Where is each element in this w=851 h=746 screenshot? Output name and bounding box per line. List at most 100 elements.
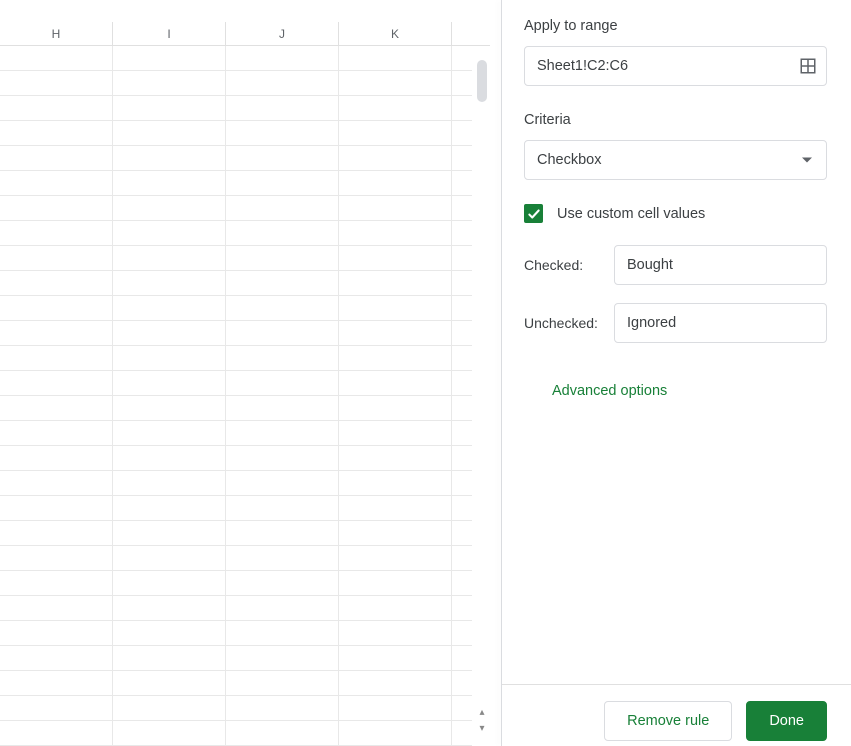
cell[interactable] xyxy=(0,271,113,295)
cell[interactable] xyxy=(226,546,339,570)
table-row[interactable] xyxy=(0,46,472,71)
cell[interactable] xyxy=(452,696,472,720)
cell[interactable] xyxy=(0,596,113,620)
cell[interactable] xyxy=(226,171,339,195)
cell[interactable] xyxy=(339,171,452,195)
cell[interactable] xyxy=(0,121,113,145)
vertical-scrollbar[interactable]: ▴ ▾ xyxy=(474,46,490,746)
cell[interactable] xyxy=(226,121,339,145)
cell[interactable] xyxy=(113,496,226,520)
cell[interactable] xyxy=(452,296,472,320)
cell[interactable] xyxy=(339,671,452,695)
cell[interactable] xyxy=(226,221,339,245)
cell[interactable] xyxy=(0,321,113,345)
done-button[interactable]: Done xyxy=(746,701,827,741)
cell[interactable] xyxy=(0,446,113,470)
cell[interactable] xyxy=(452,196,472,220)
cell[interactable] xyxy=(0,571,113,595)
cell[interactable] xyxy=(339,221,452,245)
cell[interactable] xyxy=(0,221,113,245)
cell[interactable] xyxy=(113,146,226,170)
column-header[interactable]: I xyxy=(113,22,226,45)
cell[interactable] xyxy=(113,121,226,145)
table-row[interactable] xyxy=(0,196,472,221)
cell[interactable] xyxy=(113,596,226,620)
cell[interactable] xyxy=(0,46,113,70)
cell[interactable] xyxy=(0,696,113,720)
cell[interactable] xyxy=(226,496,339,520)
cell[interactable] xyxy=(113,221,226,245)
cell[interactable] xyxy=(452,396,472,420)
cell[interactable] xyxy=(113,296,226,320)
cell[interactable] xyxy=(226,146,339,170)
cell[interactable] xyxy=(113,346,226,370)
cell[interactable] xyxy=(0,396,113,420)
cell[interactable] xyxy=(113,371,226,395)
table-row[interactable] xyxy=(0,371,472,396)
table-row[interactable] xyxy=(0,621,472,646)
cell[interactable] xyxy=(452,621,472,645)
table-row[interactable] xyxy=(0,121,472,146)
spreadsheet-rows[interactable] xyxy=(0,46,472,746)
table-row[interactable] xyxy=(0,271,472,296)
cell[interactable] xyxy=(0,471,113,495)
cell[interactable] xyxy=(226,596,339,620)
cell[interactable] xyxy=(226,421,339,445)
cell[interactable] xyxy=(0,146,113,170)
cell[interactable] xyxy=(452,146,472,170)
select-range-icon[interactable] xyxy=(799,57,817,75)
table-row[interactable] xyxy=(0,146,472,171)
cell[interactable] xyxy=(0,496,113,520)
table-row[interactable] xyxy=(0,446,472,471)
cell[interactable] xyxy=(339,71,452,95)
cell[interactable] xyxy=(452,471,472,495)
cell[interactable] xyxy=(339,296,452,320)
cell[interactable] xyxy=(339,621,452,645)
cell[interactable] xyxy=(0,646,113,670)
table-row[interactable] xyxy=(0,321,472,346)
cell[interactable] xyxy=(113,696,226,720)
cell[interactable] xyxy=(226,621,339,645)
column-header[interactable]: H xyxy=(0,22,113,45)
cell[interactable] xyxy=(339,121,452,145)
table-row[interactable] xyxy=(0,571,472,596)
cell[interactable] xyxy=(452,546,472,570)
remove-rule-button[interactable]: Remove rule xyxy=(604,701,732,741)
cell[interactable] xyxy=(226,521,339,545)
table-row[interactable] xyxy=(0,96,472,121)
scrollbar-thumb[interactable] xyxy=(477,60,487,102)
cell[interactable] xyxy=(339,46,452,70)
cell[interactable] xyxy=(452,71,472,95)
cell[interactable] xyxy=(452,121,472,145)
cell[interactable] xyxy=(0,71,113,95)
cell[interactable] xyxy=(339,246,452,270)
table-row[interactable] xyxy=(0,221,472,246)
cell[interactable] xyxy=(113,521,226,545)
cell[interactable] xyxy=(339,471,452,495)
table-row[interactable] xyxy=(0,496,472,521)
cell[interactable] xyxy=(113,271,226,295)
cell[interactable] xyxy=(339,496,452,520)
cell[interactable] xyxy=(452,496,472,520)
scroll-down-icon[interactable]: ▾ xyxy=(476,724,488,736)
use-custom-values-checkbox[interactable]: Use custom cell values xyxy=(524,204,827,223)
cell[interactable] xyxy=(0,96,113,120)
cell[interactable] xyxy=(113,671,226,695)
table-row[interactable] xyxy=(0,521,472,546)
cell[interactable] xyxy=(226,271,339,295)
cell[interactable] xyxy=(113,646,226,670)
cell[interactable] xyxy=(452,721,472,745)
cell[interactable] xyxy=(452,521,472,545)
cell[interactable] xyxy=(339,446,452,470)
cell[interactable] xyxy=(452,46,472,70)
cell[interactable] xyxy=(452,246,472,270)
cell[interactable] xyxy=(452,321,472,345)
cell[interactable] xyxy=(226,346,339,370)
table-row[interactable] xyxy=(0,471,472,496)
cell[interactable] xyxy=(452,571,472,595)
cell[interactable] xyxy=(113,71,226,95)
cell[interactable] xyxy=(226,296,339,320)
table-row[interactable] xyxy=(0,296,472,321)
cell[interactable] xyxy=(339,371,452,395)
column-header[interactable]: J xyxy=(226,22,339,45)
